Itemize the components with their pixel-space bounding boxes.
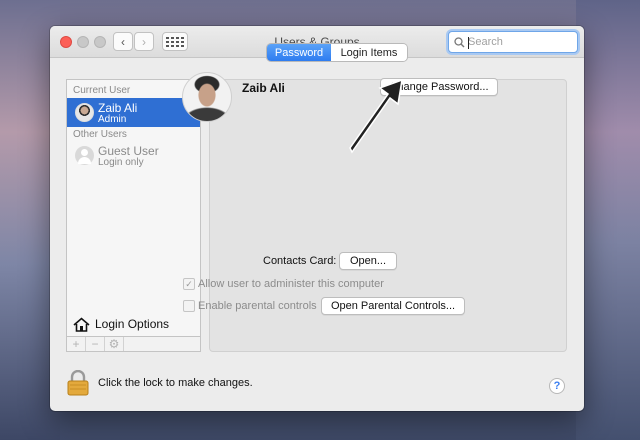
search-input[interactable]	[468, 36, 568, 48]
other-users-heading: Other Users	[73, 129, 127, 140]
allow-admin-row: ✓ Allow user to administer this computer	[183, 278, 384, 290]
lock-instructions: Click the lock to make changes.	[98, 377, 253, 389]
guest-avatar-icon	[75, 146, 94, 165]
user-role: Admin	[98, 114, 127, 125]
search-field[interactable]	[448, 31, 578, 53]
text-cursor	[468, 37, 469, 49]
lock-icon[interactable]	[66, 370, 90, 396]
avatar	[75, 103, 94, 122]
login-options-item[interactable]: Login Options	[67, 312, 200, 336]
help-button[interactable]: ?	[549, 378, 565, 394]
add-user-button[interactable]: +	[67, 337, 86, 351]
user-full-name: Zaib Ali	[242, 81, 285, 95]
user-name: Zaib Ali	[98, 101, 138, 115]
user-picture[interactable]	[182, 72, 232, 122]
lock-row: Click the lock to make changes.	[66, 370, 253, 396]
allow-admin-label: Allow user to administer this computer	[198, 278, 384, 290]
parental-controls-row: Enable parental controls	[183, 300, 317, 312]
search-icon	[454, 36, 465, 47]
contacts-card-label: Contacts Card:	[263, 255, 337, 267]
parental-controls-label: Enable parental controls	[198, 300, 317, 312]
open-contacts-button[interactable]: Open...	[339, 252, 397, 270]
user-role: Login only	[98, 157, 144, 168]
remove-user-button[interactable]: −	[86, 337, 105, 351]
action-menu-button[interactable]: ⚙	[105, 337, 124, 351]
current-user-heading: Current User	[73, 85, 131, 96]
open-parental-controls-button[interactable]: Open Parental Controls...	[321, 297, 465, 315]
allow-admin-checkbox[interactable]: ✓	[183, 278, 195, 290]
annotation-arrow-icon	[349, 78, 403, 154]
desktop-wallpaper-right	[576, 0, 640, 440]
users-sidebar: Current User Zaib Ali Admin Other Users …	[66, 79, 201, 352]
user-item-guest[interactable]: Guest User Login only	[67, 141, 200, 170]
user-name: Guest User	[98, 144, 159, 158]
login-options-label: Login Options	[95, 317, 170, 331]
user-item-zaib-ali[interactable]: Zaib Ali Admin	[67, 98, 200, 127]
sidebar-toolbar: + − ⚙	[67, 336, 200, 351]
parental-controls-checkbox[interactable]	[183, 300, 195, 312]
house-icon	[73, 316, 90, 332]
gear-icon: ⚙	[108, 337, 120, 351]
